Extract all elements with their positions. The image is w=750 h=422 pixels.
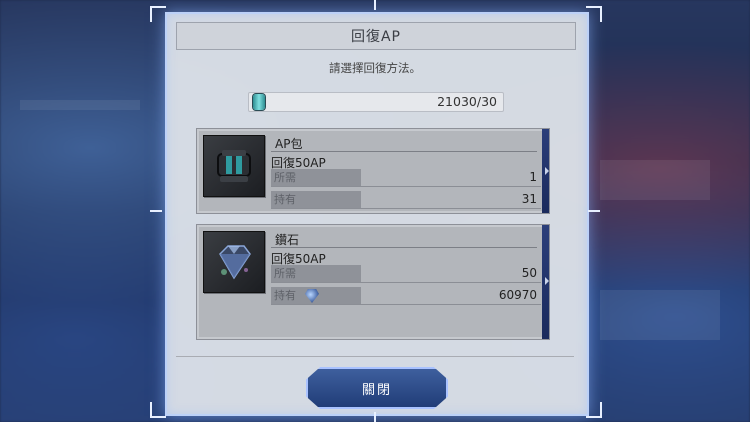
frame-corner [586, 402, 602, 418]
frame-tick [374, 0, 376, 10]
ap-value: 21030/30 [437, 94, 497, 109]
ap-pack-icon [203, 135, 265, 197]
divider [176, 356, 574, 357]
item-name: 鑽石 [275, 233, 300, 247]
divider [271, 208, 541, 209]
dialog-title: 回復AP [350, 29, 402, 45]
required-label: 所需 [271, 265, 361, 283]
ap-pack-icon [253, 94, 265, 110]
recovery-option-ap-pack[interactable]: AP包 回復50AP 所需 1 持有 31 [196, 128, 550, 214]
owned-label: 持有 [271, 191, 361, 209]
divider [271, 304, 541, 305]
frame-corner [150, 6, 166, 22]
chevron-right-icon [545, 277, 549, 285]
item-name: AP包 [275, 137, 303, 151]
divider [271, 247, 537, 248]
close-button[interactable]: 關閉 [306, 367, 448, 409]
frame-corner [586, 6, 602, 22]
required-row: 所需 1 [271, 169, 541, 187]
recovery-option-diamond[interactable]: 鑽石 回復50AP 所需 50 持有 60970 [196, 224, 550, 340]
required-value: 50 [521, 266, 537, 280]
instruction-text: 請選擇回復方法。 [329, 61, 421, 75]
dialog-title-bar: 回復AP [176, 22, 576, 50]
close-button-label: 關閉 [361, 382, 392, 398]
required-label: 所需 [271, 169, 361, 187]
divider [271, 186, 541, 187]
owned-value: 31 [521, 192, 537, 206]
required-row: 所需 50 [271, 265, 541, 283]
owned-value: 60970 [498, 288, 537, 302]
chevron-right-icon [545, 167, 549, 175]
ap-counter: 21030/30 [248, 92, 504, 112]
owned-row: 持有 60970 [271, 287, 541, 305]
owned-row: 持有 31 [271, 191, 541, 209]
frame-tick [374, 412, 376, 422]
background-decor [20, 100, 140, 110]
frame-tick [150, 210, 162, 212]
frame-corner [150, 402, 166, 418]
diamond-icon [203, 231, 265, 293]
required-value: 1 [529, 170, 537, 184]
background-decor [600, 290, 720, 340]
frame-tick [588, 210, 600, 212]
divider [271, 282, 541, 283]
divider [271, 151, 537, 152]
background-decor [600, 160, 710, 200]
